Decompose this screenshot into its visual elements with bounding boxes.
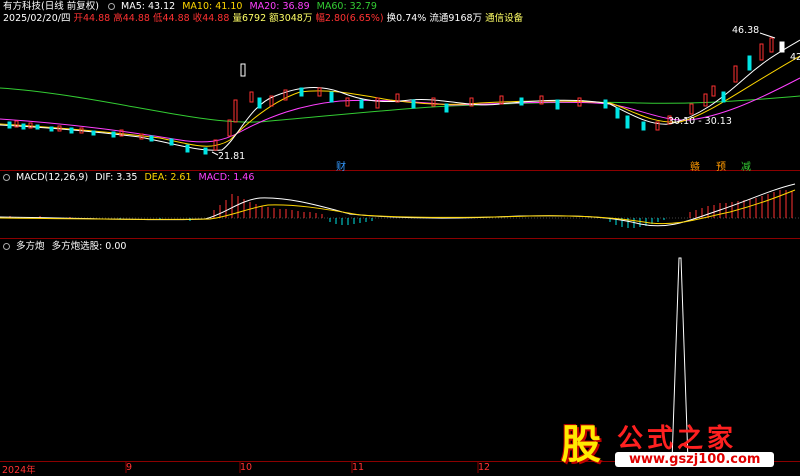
candle bbox=[411, 99, 416, 109]
low-price-label: 21.81 bbox=[218, 151, 246, 162]
range-label: 30.10 - 30.13 bbox=[668, 116, 732, 127]
candle bbox=[359, 99, 364, 109]
candle bbox=[375, 97, 380, 109]
indicator-header: 多方炮 多方炮选股: 0.00 bbox=[3, 241, 126, 253]
candle bbox=[49, 126, 54, 132]
candle bbox=[759, 43, 764, 61]
macd-settings-icon[interactable] bbox=[3, 174, 10, 181]
candle bbox=[703, 93, 708, 107]
candle bbox=[91, 130, 96, 136]
candle bbox=[249, 91, 254, 103]
candle bbox=[499, 95, 504, 105]
candle bbox=[615, 107, 620, 119]
macd-histogram-up bbox=[9, 190, 793, 218]
candle bbox=[769, 37, 774, 53]
candle bbox=[444, 103, 449, 113]
candle bbox=[641, 121, 646, 131]
candle bbox=[747, 55, 752, 71]
candle bbox=[711, 85, 716, 97]
candle bbox=[519, 97, 524, 106]
x-axis-label: 9 bbox=[126, 462, 133, 473]
candle bbox=[203, 147, 208, 155]
right-edge-label: 42 bbox=[790, 52, 800, 63]
candle bbox=[317, 87, 322, 97]
macd-value: MACD: 1.46 bbox=[198, 172, 255, 183]
indicator-value: 多方炮选股: 0.00 bbox=[51, 241, 127, 252]
candle bbox=[431, 97, 436, 107]
watermark-logo: 股 公式之家 www.gszj100.com bbox=[555, 412, 795, 468]
candle-latest bbox=[779, 41, 785, 53]
candle bbox=[603, 99, 608, 109]
candle bbox=[69, 127, 74, 134]
x-axis-label: 12 bbox=[478, 462, 491, 473]
candle bbox=[689, 103, 694, 115]
candle bbox=[257, 97, 262, 109]
candle bbox=[35, 124, 40, 130]
event-marker-finance[interactable]: 财 bbox=[336, 158, 346, 173]
high-price-label: 46.38 bbox=[732, 25, 760, 36]
event-marker-gan[interactable]: 赣 bbox=[690, 158, 700, 173]
candle bbox=[169, 138, 174, 146]
candle bbox=[721, 91, 726, 103]
candle bbox=[345, 97, 350, 107]
candles bbox=[7, 37, 785, 155]
indicator-settings-icon[interactable] bbox=[3, 243, 10, 250]
indicator-name[interactable]: 多方炮 bbox=[16, 241, 45, 252]
event-marker-reduce[interactable]: 减 bbox=[741, 158, 751, 173]
event-marker-forecast[interactable]: 预 bbox=[716, 158, 726, 173]
candle bbox=[233, 99, 238, 123]
candle bbox=[139, 133, 144, 140]
dea-line bbox=[0, 189, 796, 225]
watermark-url: www.gszj100.com bbox=[615, 452, 775, 467]
candle bbox=[733, 65, 738, 83]
candle bbox=[7, 121, 12, 129]
candle bbox=[329, 91, 334, 103]
candle bbox=[21, 123, 26, 130]
candle bbox=[240, 63, 246, 77]
macd-dif: DIF: 3.35 bbox=[95, 172, 138, 183]
candle bbox=[299, 87, 304, 97]
watermark-glyph: 股 bbox=[561, 421, 601, 468]
candle bbox=[111, 131, 116, 138]
high-marker-line bbox=[759, 32, 776, 39]
candle bbox=[227, 119, 232, 137]
watermark-title: 公式之家 bbox=[617, 424, 738, 454]
candle bbox=[625, 115, 630, 129]
macd-header: MACD(12,26,9) DIF: 3.35 DEA: 2.61 MACD: … bbox=[3, 172, 254, 184]
macd-title[interactable]: MACD(12,26,9) bbox=[16, 172, 88, 183]
chart-canvas bbox=[0, 32, 800, 473]
candle bbox=[185, 144, 190, 153]
x-axis-label: 10 bbox=[240, 462, 253, 473]
candle bbox=[555, 99, 560, 110]
x-axis-label: 2024年 bbox=[2, 465, 36, 476]
x-axis-label: 11 bbox=[352, 462, 365, 473]
candle bbox=[149, 135, 154, 142]
macd-dea: DEA: 2.61 bbox=[144, 172, 192, 183]
